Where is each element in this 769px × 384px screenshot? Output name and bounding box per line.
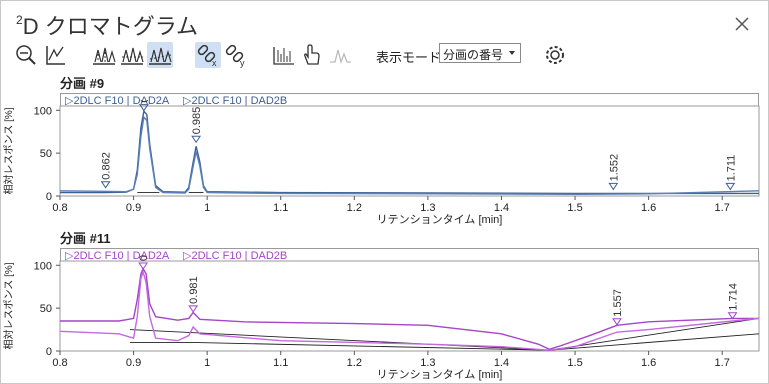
chart-1[interactable]: 0 50 100 0.8 0.9 1 1.1 1.2 1.3 1.4 1.5 1.6 1.7 リテンション… xyxy=(0,100,769,230)
x-tick-label: 1.6 xyxy=(641,357,656,369)
display-mode-label: 表示モード xyxy=(376,50,442,65)
hand-pan-icon[interactable] xyxy=(299,42,325,68)
y-tick-label: 100 xyxy=(34,260,52,272)
x-tick-label: 0.8 xyxy=(52,357,67,369)
peak-label: 0.862 xyxy=(101,152,113,180)
display-mode-value: 分画の番号 xyxy=(443,48,504,62)
x-axis-label: リテンションタイム [min] xyxy=(377,213,503,226)
peak-label: 1.714 xyxy=(728,283,740,311)
overlay-icon[interactable] xyxy=(327,42,353,68)
chevron-down-icon xyxy=(509,51,515,55)
close-icon[interactable] xyxy=(734,16,750,32)
x-tick-label: 1.2 xyxy=(347,357,362,369)
window-title: 2D クロマトグラム xyxy=(16,12,199,39)
peak-label: 1.557 xyxy=(612,289,624,317)
y-tick-label: 0 xyxy=(46,346,52,358)
x-tick-label: 1.2 xyxy=(347,202,362,214)
peak-label: 0.981 xyxy=(188,276,200,304)
toolbar: x y 表示モード 分画の番号 xyxy=(0,42,769,70)
peak-label: 0.913 xyxy=(138,255,150,261)
plot-area xyxy=(59,260,760,352)
peak-view-2-icon[interactable] xyxy=(119,42,145,68)
x-axis-label: リテンションタイム [min] xyxy=(377,368,503,381)
x-tick-label: 1.6 xyxy=(641,202,656,214)
chart-2-title: 分画 #11 xyxy=(60,231,111,246)
x-tick-label: 0.8 xyxy=(52,202,67,214)
spectrum-icon[interactable] xyxy=(271,42,297,68)
display-mode-select[interactable]: 分画の番号 xyxy=(439,43,521,63)
y-tick-label: 0 xyxy=(46,191,52,203)
zoom-out-icon[interactable] xyxy=(14,42,40,68)
link-y-icon[interactable]: y xyxy=(223,42,249,68)
svg-text:x: x xyxy=(212,58,217,68)
x-tick-label: 1.5 xyxy=(567,202,582,214)
x-tick-label: 0.9 xyxy=(126,202,141,214)
chart-2[interactable]: 0 50 100 0.8 0.9 1 1.1 1.2 1.3 1.4 1.5 1.6 1.7 リテンション… xyxy=(0,255,769,383)
axis-scale-icon[interactable] xyxy=(43,42,69,68)
x-tick-label: 1.1 xyxy=(273,202,288,214)
y-tick-label: 50 xyxy=(40,303,52,315)
x-tick-label: 1 xyxy=(204,357,210,369)
x-tick-label: 1.7 xyxy=(715,357,730,369)
gear-icon[interactable] xyxy=(542,42,568,68)
peak-label: 1.711 xyxy=(725,155,737,182)
peak-label: 0.914 xyxy=(139,100,151,103)
x-tick-label: 1.7 xyxy=(715,202,730,214)
peak-view-1-icon[interactable] xyxy=(91,42,117,68)
x-tick-label: 1 xyxy=(204,202,210,214)
x-tick-label: 1.5 xyxy=(567,357,582,369)
x-tick-label: 1.4 xyxy=(494,202,509,214)
peak-view-3-icon[interactable] xyxy=(147,42,173,68)
chart-1-title: 分画 #9 xyxy=(60,76,105,91)
peak-label: 0.985 xyxy=(191,107,203,135)
svg-text:y: y xyxy=(240,58,245,68)
x-tick-label: 0.9 xyxy=(126,357,141,369)
x-tick-label: 1.3 xyxy=(420,357,435,369)
x-tick-label: 1.1 xyxy=(273,357,288,369)
y-tick-label: 100 xyxy=(34,105,52,117)
plot-area xyxy=(59,105,760,197)
x-tick-label: 1.4 xyxy=(494,357,509,369)
y-axis-label: 相対レスポンス [%] xyxy=(2,107,15,194)
link-x-icon[interactable]: x xyxy=(195,42,221,68)
x-tick-label: 1.3 xyxy=(420,202,435,214)
y-tick-label: 50 xyxy=(40,148,52,160)
peak-label: 1.552 xyxy=(608,154,620,182)
y-axis-label: 相対レスポンス [%] xyxy=(2,262,15,349)
